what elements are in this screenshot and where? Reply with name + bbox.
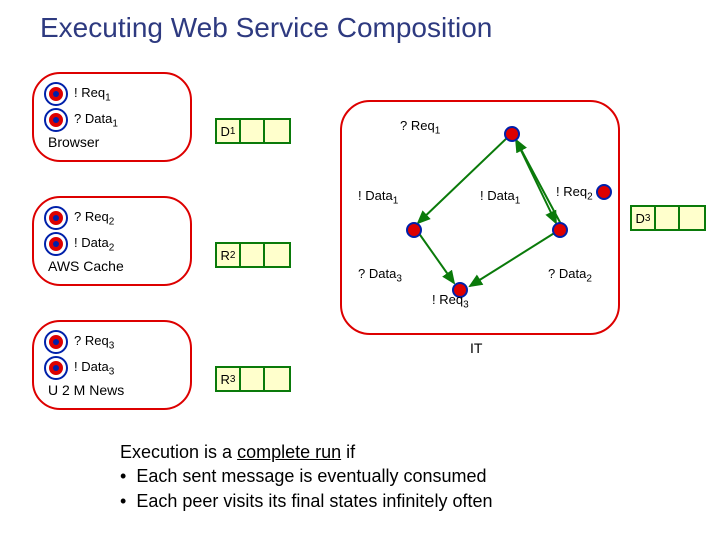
it-edge-send-data1b: ! Data1 bbox=[480, 188, 520, 207]
event-recv-req2: ? Req2 bbox=[74, 209, 114, 228]
it-edge-recv-data2: ? Data2 bbox=[548, 266, 592, 285]
queue-cell bbox=[265, 368, 289, 390]
footer-line1: Execution is a complete run if bbox=[120, 440, 492, 464]
event-send-data3: ! Data3 bbox=[74, 359, 114, 378]
event-send-data2: ! Data2 bbox=[74, 235, 114, 254]
queue-cell bbox=[680, 207, 704, 229]
it-edge-recv-data3: ? Data3 bbox=[358, 266, 402, 285]
it-edge-send-data1a: ! Data1 bbox=[358, 188, 398, 207]
state-icon bbox=[44, 232, 68, 256]
footer-bullet-1: • Each sent message is eventually consum… bbox=[120, 464, 492, 488]
footer-text: Execution is a complete run if • Each se… bbox=[120, 440, 492, 513]
state-icon bbox=[44, 330, 68, 354]
queue-cell bbox=[241, 120, 265, 142]
it-edge-send-req2: ! Req2 bbox=[556, 184, 593, 203]
queue-head: R2 bbox=[217, 244, 241, 266]
event-recv-req3: ? Req3 bbox=[74, 333, 114, 352]
queue-head: D3 bbox=[632, 207, 656, 229]
state-icon bbox=[44, 82, 68, 106]
page-title: Executing Web Service Composition bbox=[40, 12, 492, 44]
queue-head: D1 bbox=[217, 120, 241, 142]
peer-browser: ! Req1 ? Data1 Browser bbox=[32, 72, 192, 162]
it-automaton bbox=[340, 100, 620, 335]
state-icon bbox=[44, 206, 68, 230]
it-node bbox=[596, 184, 612, 200]
peer-label-browser: Browser bbox=[48, 134, 180, 150]
it-node bbox=[406, 222, 422, 238]
queue-r3: R3 bbox=[215, 366, 291, 392]
queue-head: R3 bbox=[217, 368, 241, 390]
event-recv-data1: ? Data1 bbox=[74, 111, 118, 130]
it-edge-recv-req1: ? Req1 bbox=[400, 118, 440, 137]
peer-label-u2m: U 2 M News bbox=[48, 382, 180, 398]
queue-d3: D3 bbox=[630, 205, 706, 231]
peer-aws-cache: ? Req2 ! Data2 AWS Cache bbox=[32, 196, 192, 286]
peer-u2m-news: ? Req3 ! Data3 U 2 M News bbox=[32, 320, 192, 410]
queue-cell bbox=[241, 244, 265, 266]
state-icon bbox=[44, 356, 68, 380]
it-node bbox=[504, 126, 520, 142]
queue-r2: R2 bbox=[215, 242, 291, 268]
queue-d1: D1 bbox=[215, 118, 291, 144]
queue-cell bbox=[265, 120, 289, 142]
peer-label-aws: AWS Cache bbox=[48, 258, 180, 274]
footer-bullet-2: • Each peer visits its final states infi… bbox=[120, 489, 492, 513]
queue-cell bbox=[265, 244, 289, 266]
it-edge-send-req3: ! Req3 bbox=[432, 292, 469, 311]
queue-cell bbox=[241, 368, 265, 390]
event-send-req1: ! Req1 bbox=[74, 85, 111, 104]
queue-cell bbox=[656, 207, 680, 229]
it-node bbox=[552, 222, 568, 238]
it-label: IT bbox=[470, 340, 482, 356]
state-icon bbox=[44, 108, 68, 132]
